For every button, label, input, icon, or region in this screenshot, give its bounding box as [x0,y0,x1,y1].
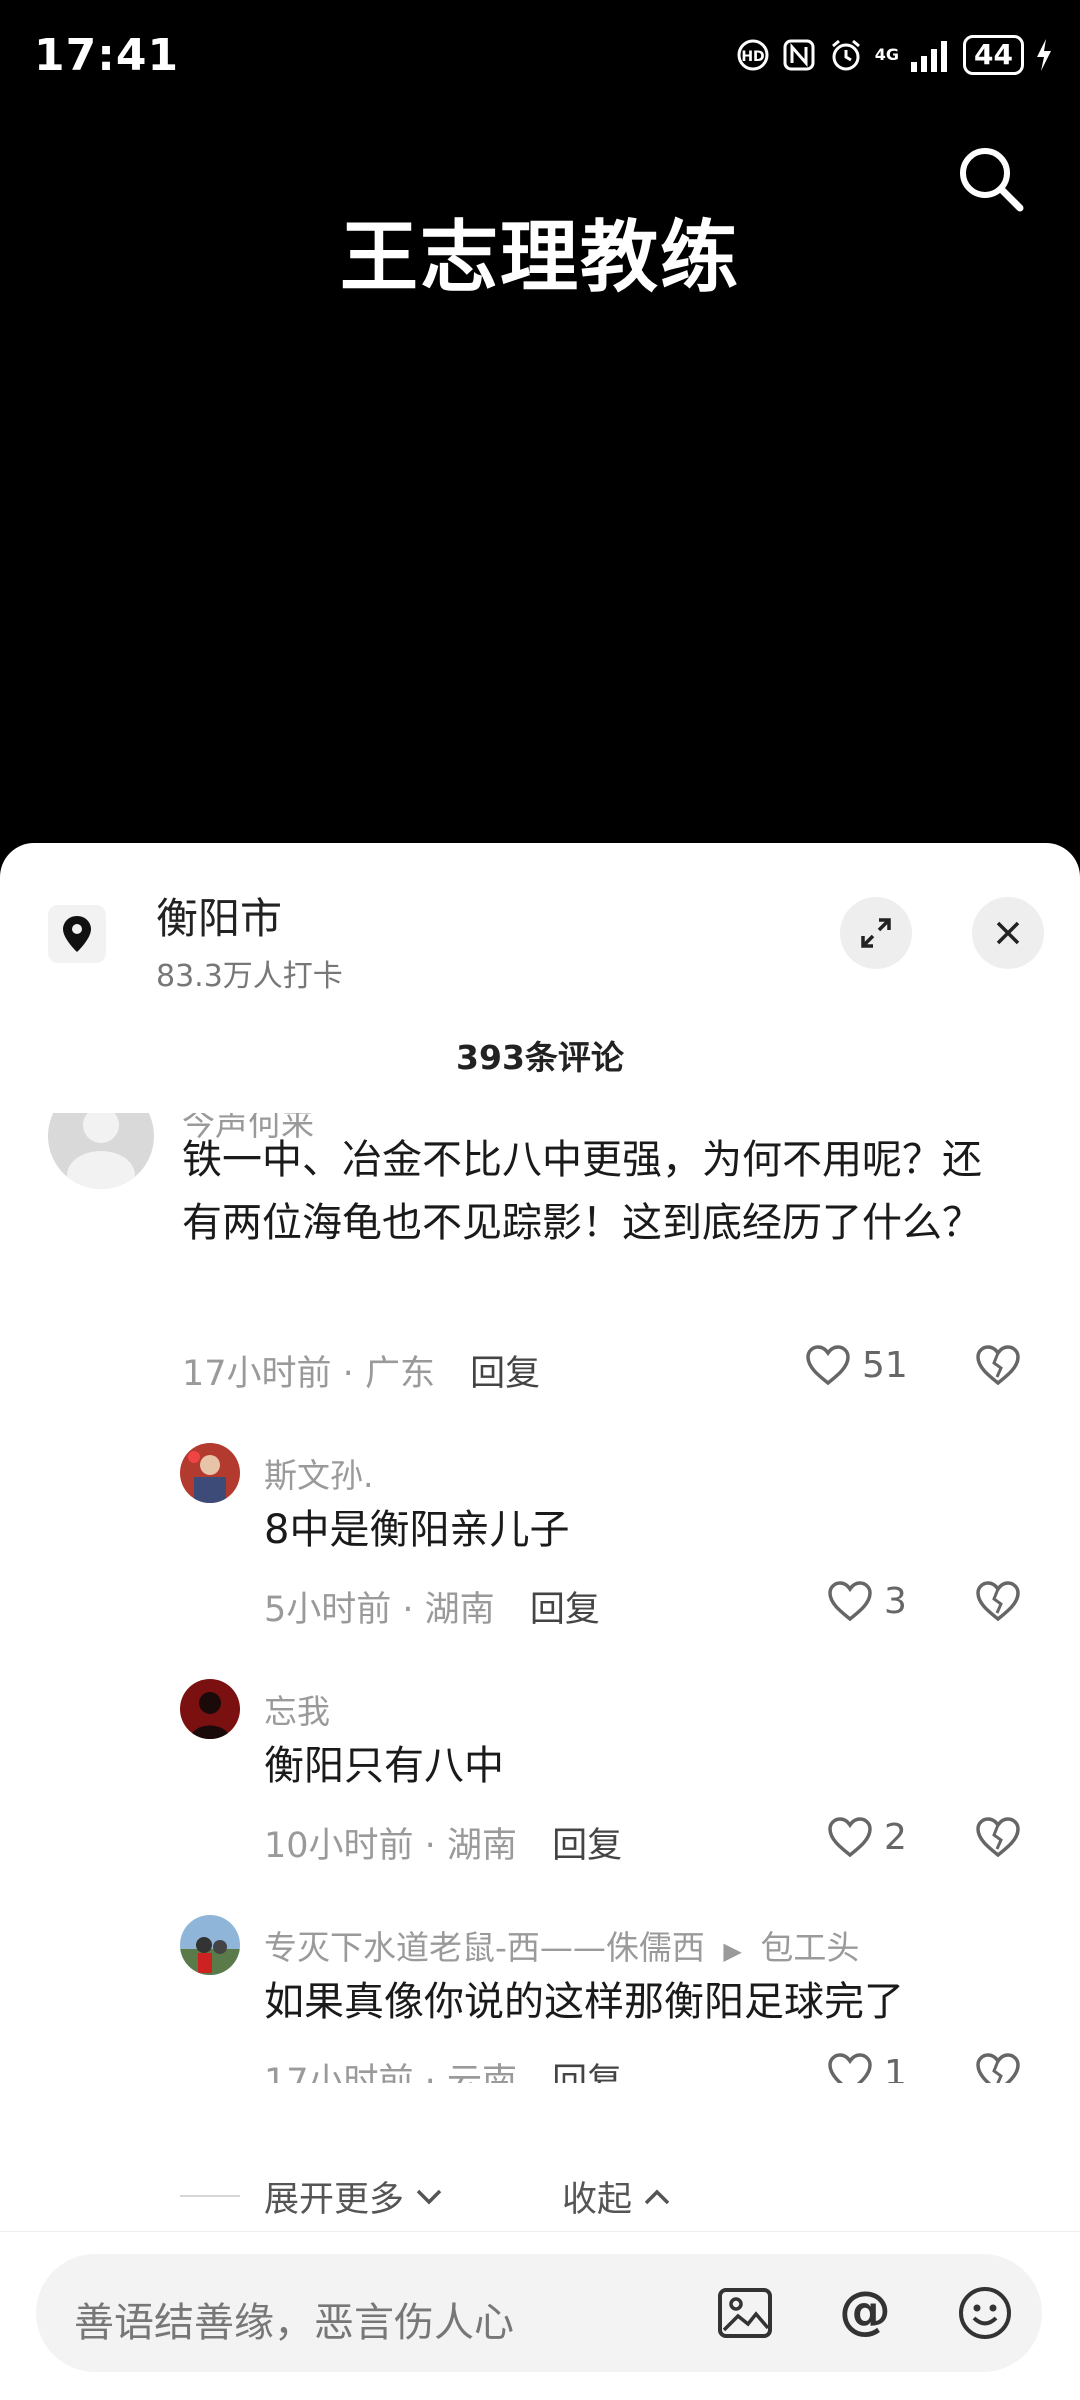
reply-to-username[interactable]: 包工头 [760,1928,859,1967]
reply-username[interactable]: 斯文孙. [264,1449,374,1497]
emoji-icon[interactable] [952,2280,1018,2346]
like-button[interactable]: 51 [804,1343,908,1387]
status-bar: 17:41 HD 4G 44 [0,0,1080,120]
collapse-label: 收起 [562,2180,633,2220]
reply-username-row: 专灭下水道老鼠-西——侏儒西 ▶ 包工头 [264,1921,859,1969]
reply-region: 湖南 [424,1590,495,1630]
reply-controls: 展开更多 收起 [0,2163,1080,2223]
avatar[interactable] [48,1113,154,1189]
dislike-button[interactable] [974,2051,1022,2083]
comment-count-title: 393条评论 [456,1038,624,1077]
avatar[interactable] [180,1443,240,1503]
charging-icon [1034,37,1054,73]
close-icon [996,921,1020,945]
svg-text:@: @ [839,2284,891,2341]
video-player[interactable]: 王志理教练 [0,0,1080,850]
reply-text: 衡阳只有八中 [264,1743,504,1789]
location-pin-icon [48,905,106,963]
battery-level: 44 [963,35,1024,75]
expand-more-button[interactable]: 展开更多 [264,2171,444,2222]
nfc-icon [781,37,817,73]
reply-time: 17小时前 [264,2062,414,2083]
heart-icon [828,1817,872,1858]
like-button[interactable]: 2 [826,1815,907,1859]
comment-sheet: 衡阳市 83.3万人打卡 393条评论 今声何来 铁一中、冶金不比八中更强，为何… [0,843,1080,2400]
avatar[interactable] [180,1679,240,1739]
reply-region: 湖南 [446,1826,517,1866]
reply-text: 8中是衡阳亲儿子 [264,1507,570,1553]
reply-button[interactable]: 回复 [552,2062,622,2083]
close-button[interactable] [972,897,1044,969]
comment-meta: 17小时前 · 广东 回复 [182,1354,541,1394]
comment-input-placeholder: 善语结善缘，恶言伤人心 [74,2300,514,2346]
comment-input[interactable]: 善语结善缘，恶言伤人心 @ [36,2254,1042,2372]
comment-text: 铁一中、冶金不比八中更强，为何不用呢？还有两位海龟也不见踪影！这到底经历了什么？ [182,1137,982,1246]
comment-region: 广东 [364,1354,435,1394]
reply-time: 10小时前 [264,1826,414,1866]
reply-button[interactable]: 回复 [530,1590,600,1630]
like-button[interactable]: 1 [826,2051,907,2083]
reply-time: 5小时前 [264,1590,392,1630]
signal-icon [909,38,953,72]
broken-heart-icon [976,1581,1020,1622]
dislike-button[interactable] [974,1815,1022,1863]
expand-more-label: 展开更多 [264,2180,405,2220]
heart-icon [828,1581,872,1622]
comment-input-bar: 善语结善缘，恶言伤人心 @ [0,2231,1080,2400]
heart-icon [806,1345,850,1386]
reply-text: 如果真像你说的这样那衡阳足球完了 [264,1979,904,2025]
comment-time: 17小时前 [182,1354,332,1394]
reply-button[interactable]: 回复 [552,1826,622,1866]
expand-button[interactable] [840,897,912,969]
hd-icon: HD [735,37,771,73]
location-name: 衡阳市 [156,894,283,943]
like-count: 3 [884,1580,907,1622]
reply-meta: 17小时前 · 云南 回复 [264,2053,622,2083]
search-icon[interactable] [952,140,1032,220]
image-icon[interactable] [712,2280,778,2346]
reply-meta: 10小时前 · 湖南 回复 [264,1826,623,1866]
comment-list[interactable]: 今声何来 铁一中、冶金不比八中更强，为何不用呢？还有两位海龟也不见踪影！这到底经… [0,1113,1080,2083]
alarm-icon [827,36,865,74]
like-button[interactable]: 3 [826,1579,907,1623]
broken-heart-icon [976,1345,1020,1386]
status-time: 17:41 [34,30,180,81]
expand-icon [861,918,891,948]
mention-icon[interactable]: @ [832,2280,898,2346]
dislike-button[interactable] [974,1343,1022,1391]
video-title: 王志理教练 [339,213,740,303]
status-icons: HD 4G 44 [735,30,1054,80]
like-count: 2 [884,1816,907,1858]
reply-meta: 5小时前 · 湖南 回复 [264,1590,600,1630]
heart-icon [828,2053,872,2083]
chevron-up-icon [644,2189,670,2204]
broken-heart-icon [976,1817,1020,1858]
chevron-down-icon [416,2189,442,2204]
reply-button[interactable]: 回复 [470,1354,540,1394]
reply-arrow-icon: ▶ [723,1937,742,1965]
location-checkins: 83.3万人打卡 [156,959,343,994]
svg-text:HD: HD [741,49,764,65]
dislike-button[interactable] [974,1579,1022,1627]
location-header[interactable]: 衡阳市 83.3万人打卡 [0,843,1080,1003]
avatar[interactable] [180,1915,240,1975]
reply-region: 云南 [446,2062,517,2083]
broken-heart-icon [976,2053,1020,2083]
like-count: 51 [862,1344,908,1386]
like-count: 1 [884,2052,907,2084]
reply-username[interactable]: 忘我 [264,1685,330,1733]
reply-username[interactable]: 专灭下水道老鼠-西——侏儒西 [264,1928,705,1967]
collapse-button[interactable]: 收起 [562,2171,672,2222]
network-type: 4G [874,45,900,64]
divider-line [180,2195,240,2197]
